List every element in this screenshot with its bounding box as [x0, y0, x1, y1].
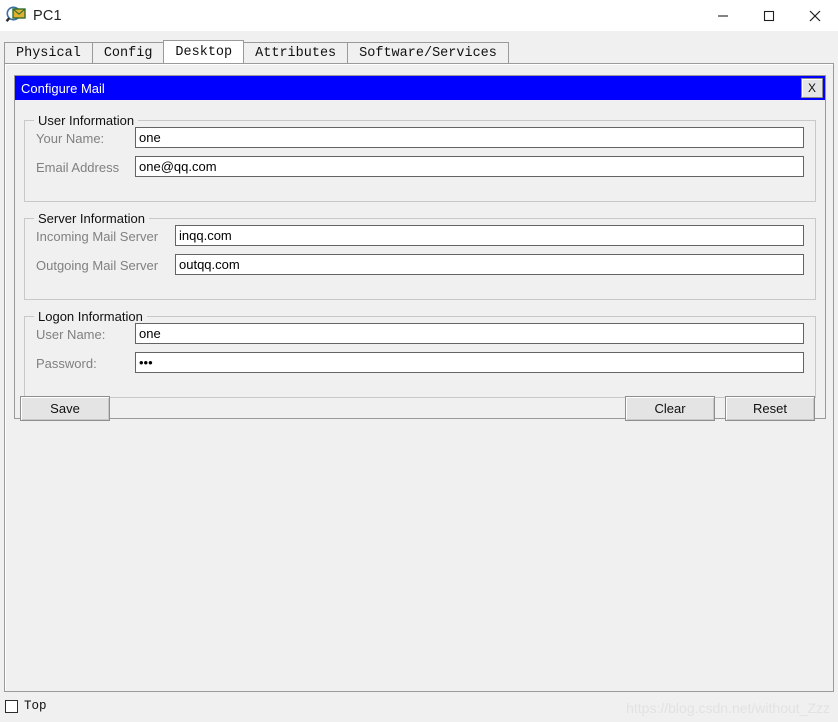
- window-controls: [700, 0, 838, 31]
- configure-mail-dialog: Configure Mail X User Information Your N…: [14, 75, 826, 421]
- watermark-text: https://blog.csdn.net/without_Zzz: [626, 700, 830, 716]
- top-checkbox[interactable]: [5, 699, 18, 713]
- email-address-label: Email Address: [36, 160, 120, 175]
- close-icon: [809, 10, 821, 21]
- reset-button[interactable]: Reset: [725, 396, 815, 421]
- dialog-titlebar: Configure Mail X: [15, 76, 825, 100]
- window-titlebar: PC1: [0, 0, 838, 31]
- pc-magnifier-icon: [5, 5, 27, 27]
- incoming-mail-server-label: Incoming Mail Server: [36, 229, 159, 244]
- minimize-icon: [718, 14, 728, 17]
- tab-config[interactable]: Config: [91, 42, 165, 63]
- clear-button[interactable]: Clear: [625, 396, 715, 421]
- user-name-label: User Name:: [36, 327, 106, 342]
- tab-software-services[interactable]: Software/Services: [347, 42, 509, 63]
- desktop-content-panel: Configure Mail X User Information Your N…: [4, 63, 834, 692]
- email-address-input[interactable]: [135, 156, 804, 177]
- close-button[interactable]: [792, 0, 838, 31]
- user-information-legend: User Information: [34, 113, 139, 128]
- window-title: PC1: [33, 7, 62, 24]
- incoming-mail-server-input[interactable]: [175, 225, 804, 246]
- logon-information-legend: Logon Information: [34, 309, 147, 324]
- top-checkbox-container[interactable]: Top: [5, 699, 47, 713]
- your-name-input[interactable]: [135, 127, 804, 148]
- tab-desktop[interactable]: Desktop: [163, 40, 245, 63]
- maximize-icon: [763, 10, 775, 21]
- tab-strip: Physical Config Desktop Attributes Softw…: [4, 40, 834, 63]
- password-label: Password:: [36, 356, 97, 371]
- password-input[interactable]: [135, 352, 804, 373]
- maximize-button[interactable]: [746, 0, 792, 31]
- outgoing-mail-server-label: Outgoing Mail Server: [36, 258, 159, 273]
- dialog-title: Configure Mail: [21, 80, 105, 96]
- top-checkbox-label: Top: [24, 699, 47, 713]
- dialog-close-button[interactable]: X: [801, 78, 823, 98]
- user-name-input[interactable]: [135, 323, 804, 344]
- your-name-label: Your Name:: [36, 131, 105, 146]
- tab-attributes[interactable]: Attributes: [243, 42, 349, 63]
- save-button[interactable]: Save: [20, 396, 110, 421]
- minimize-button[interactable]: [700, 0, 746, 31]
- bottom-bar: Top https://blog.csdn.net/without_Zzz: [0, 694, 838, 722]
- server-information-legend: Server Information: [34, 211, 149, 226]
- tab-physical[interactable]: Physical: [4, 42, 93, 63]
- outgoing-mail-server-input[interactable]: [175, 254, 804, 275]
